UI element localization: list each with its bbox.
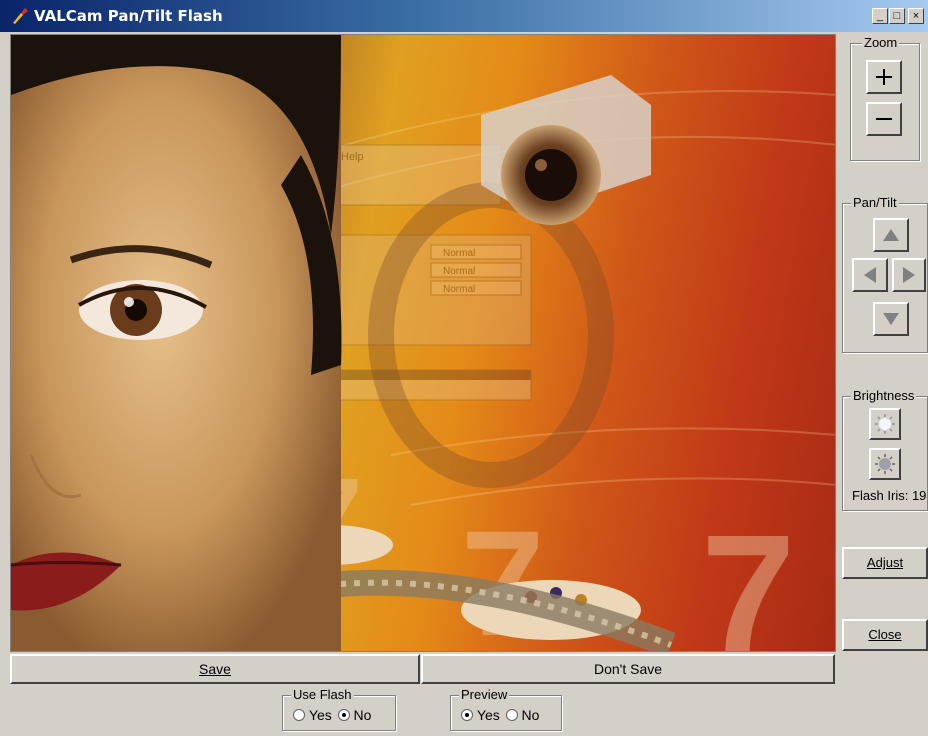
preview-no-radio[interactable]: [505, 709, 518, 722]
faded-label: Normal: [443, 266, 475, 277]
zoom-legend: Zoom: [862, 35, 900, 51]
dont-save-button[interactable]: Don't Save: [421, 654, 835, 684]
pan-right-button[interactable]: [892, 258, 926, 292]
tilt-down-button[interactable]: [873, 302, 909, 336]
app-icon: [13, 8, 28, 24]
use-flash-group: Use Flash Yes No: [282, 687, 396, 731]
zoom-out-button[interactable]: [866, 102, 902, 136]
close-label: Close: [868, 627, 902, 642]
use-flash-legend: Use Flash: [291, 687, 354, 703]
brightness-up-button[interactable]: [869, 408, 901, 440]
dont-save-label: Don't Save: [593, 661, 663, 677]
sun-bright-icon: [875, 414, 895, 434]
photo-artwork: Help Normal Normal Normal 7 7 7: [11, 35, 835, 652]
captured-photo: Help Normal Normal Normal 7 7 7: [10, 34, 836, 652]
use-flash-yes-radio[interactable]: [293, 709, 305, 722]
minimize-button[interactable]: _: [872, 8, 888, 24]
minus-icon: [876, 118, 892, 120]
maximize-icon: □: [893, 10, 901, 22]
sun-dim-icon: [875, 454, 895, 474]
zoom-in-button[interactable]: [866, 60, 902, 94]
numeral: 7: [701, 500, 796, 652]
save-label: Save: [199, 661, 231, 677]
faded-menu-text: Help: [341, 151, 364, 163]
minimize-icon: _: [876, 10, 884, 22]
close-window-button[interactable]: ×: [908, 8, 924, 24]
preview-yes-radio[interactable]: [461, 709, 473, 722]
tilt-up-button[interactable]: [873, 218, 909, 252]
arrow-down-icon: [883, 313, 899, 325]
brightness-legend: Brightness: [851, 388, 917, 404]
preview-legend: Preview: [459, 687, 510, 703]
preview-no-label: No: [521, 707, 540, 724]
adjust-label: Adjust: [866, 555, 904, 570]
faded-label: Normal: [443, 284, 475, 295]
plus-icon: [876, 69, 892, 85]
title-bar: VALCam Pan/Tilt Flash _ □ ×: [0, 0, 928, 32]
window-title: VALCam Pan/Tilt Flash: [34, 7, 223, 25]
arrow-up-icon: [883, 229, 899, 241]
save-button[interactable]: Save: [10, 654, 420, 684]
preview-group: Preview Yes No: [450, 687, 562, 731]
use-flash-yes-label: Yes: [308, 707, 332, 724]
arrow-right-icon: [903, 267, 915, 283]
use-flash-no-radio[interactable]: [337, 709, 350, 722]
brightness-down-button[interactable]: [869, 448, 901, 480]
close-icon: ×: [912, 10, 920, 22]
face-graphic: [11, 35, 342, 651]
close-button[interactable]: Close: [842, 619, 928, 651]
faded-label: Normal: [443, 248, 475, 259]
arrow-left-icon: [864, 267, 876, 283]
pan-left-button[interactable]: [852, 258, 888, 292]
maximize-button[interactable]: □: [889, 8, 905, 24]
adjust-button[interactable]: Adjust: [842, 547, 928, 579]
preview-yes-label: Yes: [476, 707, 500, 724]
use-flash-no-label: No: [353, 707, 372, 724]
flash-iris-label: Flash Iris: 19: [852, 488, 927, 503]
pan-tilt-legend: Pan/Tilt: [851, 195, 899, 211]
